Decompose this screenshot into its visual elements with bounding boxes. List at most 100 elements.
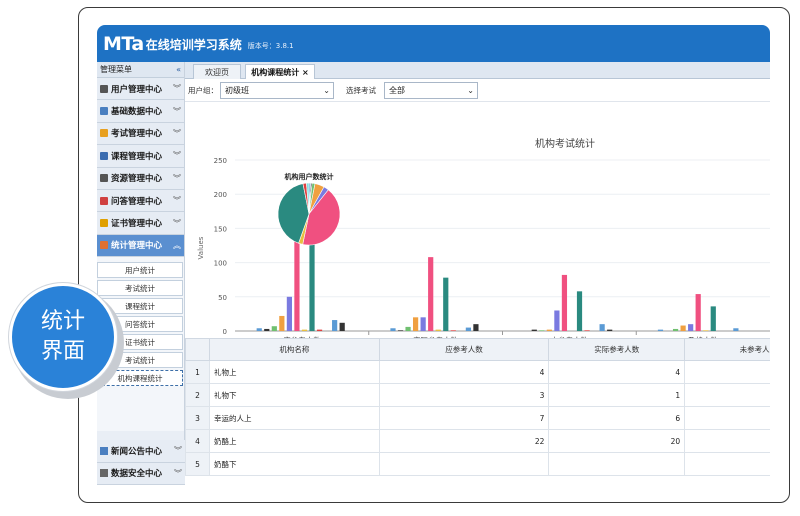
y-tick-label: 200: [214, 191, 227, 199]
bar-1-3: [413, 317, 419, 331]
bar-2-2: [539, 330, 545, 331]
user-group-value: 初级班: [225, 86, 249, 95]
absent-cell: [684, 429, 770, 453]
absent-cell: [684, 406, 770, 430]
sidebar-item-label: 基础数据中心: [111, 107, 163, 118]
bar-3-2: [672, 328, 679, 331]
app-window: MTa 在线培训学习系统 版本号：3.8.1 管理菜单 « 用户管理中心 ︾ 基础数…: [97, 25, 770, 485]
bar-2-3: [546, 329, 552, 331]
bar-0-0: [256, 328, 262, 331]
user-group-select[interactable]: 初级班 ⌄: [220, 82, 334, 99]
should-attend-cell: 22: [378, 429, 550, 453]
bar-1-7: [443, 277, 449, 331]
chevron-down-icon: ︾: [173, 128, 181, 138]
bar-3-6: [703, 330, 709, 331]
table-row[interactable]: 3 幸运的人上 7 6: [185, 406, 770, 430]
section-badge: 统计 界面: [9, 283, 117, 391]
sidebar-item-6[interactable]: 证书管理中心 ︾: [97, 212, 184, 235]
resource-icon: [100, 174, 108, 183]
org-name-cell: 奶酪下: [208, 452, 380, 476]
row-index: 3: [185, 406, 210, 430]
org-name-cell: 礼物上: [208, 360, 380, 384]
sidebar-item-3[interactable]: 课程管理中心 ︾: [97, 145, 184, 168]
bar-3-4: [688, 324, 694, 331]
chevron-down-icon: ︾: [173, 106, 181, 116]
sidebar-item-5[interactable]: 问答管理中心 ︾: [97, 189, 184, 213]
table-row[interactable]: 4 奶酪上 22 20: [185, 429, 770, 453]
bar-0-2: [271, 326, 277, 331]
app-logo: MTa: [103, 32, 144, 55]
sidebar-item-label: 新闻公告中心: [111, 446, 163, 457]
badge-line2: 界面: [40, 339, 85, 364]
bar-1-0: [390, 328, 396, 331]
data-icon: [100, 107, 108, 116]
org-name-cell: 奶酪上: [208, 429, 380, 453]
security-icon: [100, 469, 108, 478]
should-attend-cell: 7: [378, 406, 550, 430]
bar-0-6: [301, 329, 308, 331]
col-actual-attend[interactable]: 实际参考人数: [548, 338, 686, 361]
sidebar-item-4[interactable]: 资源管理中心 ︾: [97, 167, 184, 190]
stats-icon: [100, 241, 108, 250]
y-tick-label: 0: [223, 328, 227, 336]
actual-attend-cell: 1: [548, 383, 686, 407]
chevron-down-icon: ︾: [173, 173, 181, 183]
submenu-item-1[interactable]: 考试统计: [97, 280, 183, 297]
col-absent[interactable]: 未参考人: [684, 338, 770, 361]
data-grid: 机构名称 应参考人数 实际参考人数 未参考人 1 礼物上 4 4 2 礼物下 3 1 3 幸运的人…: [185, 338, 770, 485]
y-tick-label: 250: [214, 157, 227, 165]
tab-welcome[interactable]: 欢迎页: [193, 64, 241, 79]
sidebar-bottom-item-1[interactable]: 数据安全中心 ︾: [97, 462, 185, 485]
exam-value: 全部: [389, 86, 405, 95]
chevron-down-icon: ︾: [173, 151, 181, 161]
bar-0-3: [279, 315, 285, 331]
sidebar-item-0[interactable]: 用户管理中心 ︾: [97, 78, 184, 101]
version-label: 版本号：3.8.1: [247, 42, 294, 50]
col-should-attend[interactable]: 应参考人数: [378, 338, 550, 361]
sidebar-item-7[interactable]: 统计管理中心 ︽: [97, 234, 184, 258]
qa-icon: [100, 196, 108, 205]
y-tick-label: 50: [218, 294, 227, 302]
actual-attend-cell: 4: [548, 360, 686, 384]
table-row[interactable]: 2 礼物下 3 1: [185, 383, 770, 407]
y-tick-label: 100: [214, 260, 227, 268]
should-attend-cell: [378, 452, 550, 476]
tab-org-course-stats[interactable]: 机构课程统计 ×: [245, 64, 315, 79]
chart-area: 机构考试统计 Values 0 50 100 150 200 250 应参考人数实际参考人数未参…: [185, 103, 770, 365]
app-header: MTa 在线培训学习系统 版本号：3.8.1: [97, 25, 770, 62]
bar-3-0: [657, 329, 664, 331]
bar-1-6: [435, 329, 441, 331]
submenu-item-0[interactable]: 用户统计: [97, 262, 183, 279]
sidebar-item-1[interactable]: 基础数据中心 ︾: [97, 100, 184, 123]
chevron-down-icon: ︾: [174, 446, 182, 456]
course-icon: [100, 151, 108, 160]
sidebar: 管理菜单 « 用户管理中心 ︾ 基础数据中心 ︾ 考试管理中心 ︾ 课程管理中心 ︾ 资源管理中…: [97, 62, 185, 485]
bar-1-8: [450, 330, 456, 331]
sidebar-item-2[interactable]: 考试管理中心 ︾: [97, 122, 184, 146]
bar-2-7: [576, 291, 583, 331]
actual-attend-cell: 20: [548, 429, 686, 453]
col-org-name[interactable]: 机构名称: [208, 338, 380, 361]
exam-select[interactable]: 全部 ⌄: [384, 82, 478, 99]
org-name-cell: 礼物下: [208, 383, 380, 407]
cert-icon: [100, 219, 108, 228]
sidebar-bottom-item-0[interactable]: 新闻公告中心 ︾: [97, 440, 185, 463]
table-row[interactable]: 1 礼物上 4 4: [185, 360, 770, 384]
collapse-icon[interactable]: «: [176, 65, 181, 74]
user-group-label: 用户组：: [188, 86, 218, 95]
bar-1-4: [420, 317, 426, 331]
sidebar-title: 管理菜单: [100, 65, 132, 74]
index-header: [185, 338, 210, 361]
actual-attend-cell: 6: [548, 406, 686, 430]
absent-cell: [684, 383, 770, 407]
bar-1-1: [397, 330, 404, 331]
chevron-down-icon: ︾: [174, 468, 182, 478]
bar-1-11: [473, 324, 479, 331]
table-header-row: 机构名称 应参考人数 实际参考人数 未参考人: [185, 338, 770, 361]
row-index: 1: [185, 360, 210, 384]
actual-attend-cell: [548, 452, 686, 476]
news-icon: [100, 446, 108, 455]
tab-bar: 欢迎页 机构课程统计 ×: [185, 62, 770, 79]
chevron-down-icon: ︾: [173, 218, 181, 228]
table-row[interactable]: 5 奶酪下: [185, 452, 770, 476]
